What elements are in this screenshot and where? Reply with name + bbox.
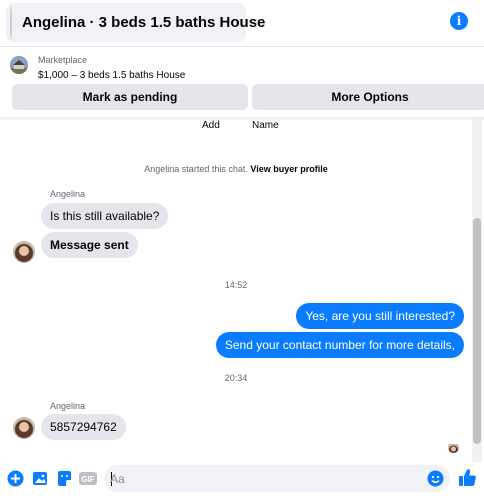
mark-as-pending-button[interactable]: Mark as pending xyxy=(12,84,248,110)
incoming-message[interactable]: 5857294762 xyxy=(41,414,126,440)
incoming-message[interactable]: Message sent xyxy=(41,232,138,258)
marketplace-listing-bar: Marketplace $1,000 – 3 beds 1.5 baths Ho… xyxy=(0,46,484,118)
photo-icon[interactable] xyxy=(32,470,49,487)
gif-icon[interactable]: GIF xyxy=(79,470,97,487)
conversation-title-button[interactable]: Angelina · 3 beds 1.5 baths House xyxy=(6,3,265,42)
conversation-header: Angelina · 3 beds 1.5 baths House i xyxy=(0,0,484,46)
chat-started-text: Angelina started this chat. xyxy=(144,164,248,174)
name-label[interactable]: Name xyxy=(252,120,279,131)
listing-kind-label: Marketplace xyxy=(38,55,88,65)
sender-name: Angelina xyxy=(50,189,86,199)
avatar[interactable] xyxy=(13,241,35,263)
view-buyer-profile-link[interactable]: View buyer profile xyxy=(250,164,327,174)
outgoing-message[interactable]: Yes, are you still interested? xyxy=(296,303,464,329)
timestamp: 20:34 xyxy=(224,373,248,383)
emoji-icon[interactable] xyxy=(427,470,444,487)
seen-avatar xyxy=(448,442,459,453)
chat-started-notice: Angelina started this chat. View buyer p… xyxy=(0,164,472,174)
message-input[interactable] xyxy=(110,465,410,492)
avatar[interactable] xyxy=(13,417,35,439)
sticker-icon[interactable] xyxy=(56,470,73,487)
svg-text:GIF: GIF xyxy=(81,475,94,484)
listing-thumbnail[interactable] xyxy=(10,56,28,74)
add-label[interactable]: Add xyxy=(202,120,220,131)
message-composer: GIF xyxy=(0,462,484,500)
message-list: Add Name Angelina started this chat. Vie… xyxy=(0,118,472,462)
plus-circle-icon[interactable] xyxy=(7,470,24,487)
thumbs-up-icon[interactable] xyxy=(458,468,477,487)
incoming-message[interactable]: Is this still available? xyxy=(41,203,169,229)
scroll-thumb[interactable] xyxy=(473,218,481,444)
listing-avatar xyxy=(10,5,12,40)
outgoing-message[interactable]: Send your contact number for more detail… xyxy=(215,332,464,358)
listing-summary[interactable]: $1,000 – 3 beds 1.5 baths House xyxy=(38,70,185,81)
conversation-title: Angelina · 3 beds 1.5 baths House xyxy=(22,14,266,31)
timestamp: 14:52 xyxy=(224,280,248,290)
info-icon[interactable]: i xyxy=(450,12,468,30)
message-list-scrollbar[interactable] xyxy=(472,118,482,462)
more-options-button[interactable]: More Options xyxy=(252,84,484,110)
message-input-container xyxy=(104,465,450,492)
sender-name: Angelina xyxy=(50,401,86,411)
